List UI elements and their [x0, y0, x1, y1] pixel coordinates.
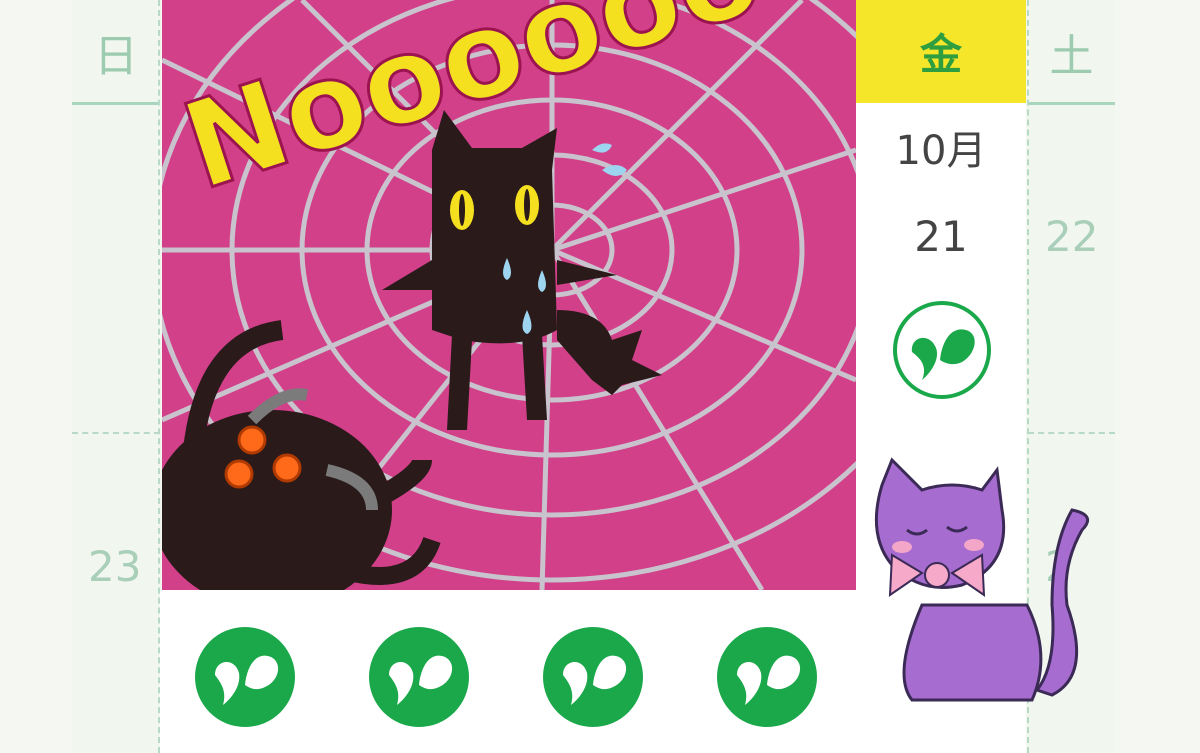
weekday-saturday: 土	[1049, 30, 1094, 82]
weekday-sunday: 日	[94, 30, 138, 82]
heart-stamp-icon[interactable]	[195, 627, 295, 727]
month-label: 10月	[895, 128, 987, 174]
heart-stamp-icon[interactable]	[543, 627, 643, 727]
heart-stamp-icon[interactable]	[892, 300, 992, 400]
today-date: 21	[914, 212, 968, 261]
date-22[interactable]: 22	[1045, 212, 1098, 261]
grid-line	[72, 432, 160, 434]
column-sunday: 日	[72, 0, 160, 753]
heart-stamp-icon[interactable]	[717, 627, 817, 727]
heart-stamp-icon[interactable]	[369, 627, 469, 727]
date-23[interactable]: 23	[88, 542, 141, 591]
purple-cat-sticker[interactable]	[862, 455, 1102, 720]
header-divider	[1028, 102, 1115, 105]
weekday-friday: 金	[856, 0, 1026, 103]
halloween-sticker[interactable]: Nooooooo!!	[162, 0, 856, 590]
header-divider	[72, 102, 160, 105]
